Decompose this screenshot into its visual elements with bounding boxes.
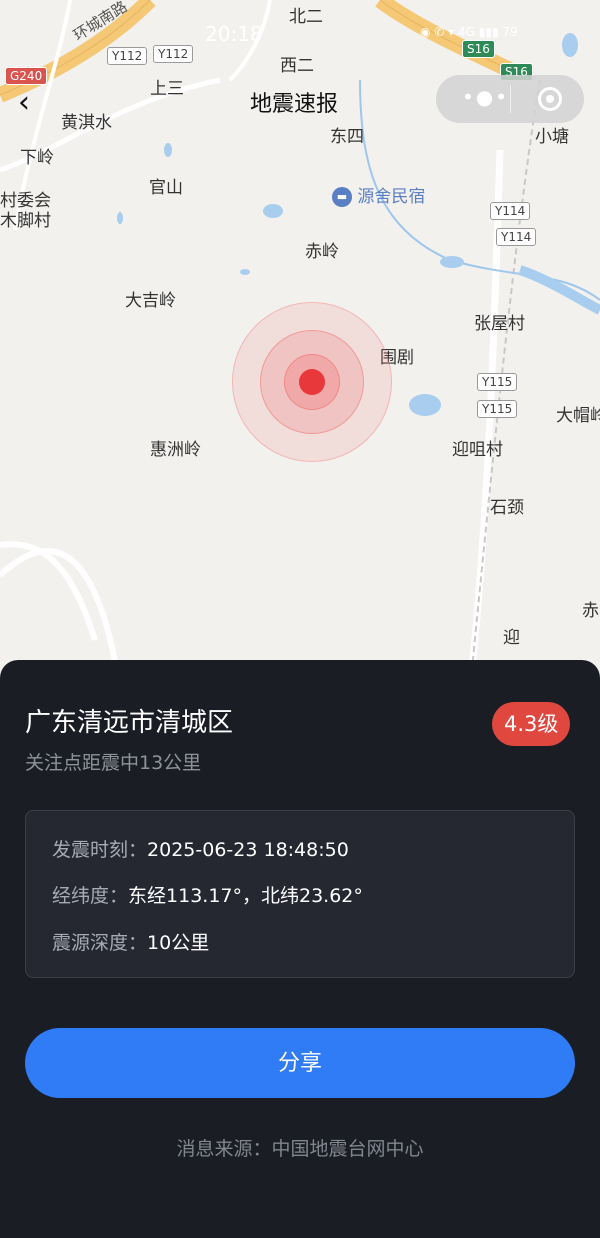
mini-program-capsule: •●•: [436, 75, 584, 123]
road-shield: Y115: [477, 373, 518, 391]
capsule-divider: [510, 85, 511, 113]
epicenter-dot: [299, 369, 325, 395]
place-label: 下岭: [20, 148, 54, 168]
status-icons: ◉ ✆ ▾ 4G ▮▮▮ 79: [420, 25, 518, 39]
info-row-depth: 震源深度：10公里: [52, 928, 209, 955]
poi-label: 源舍民宿: [357, 187, 426, 207]
place-label: 上三: [150, 79, 184, 99]
road-shield: Y114: [490, 202, 531, 220]
quake-info-card: 发震时刻：2025-06-23 18:48:50 经纬度：东经113.17°，北…: [25, 810, 575, 978]
info-row-coordinates: 经纬度：东经113.17°，北纬23.62°: [52, 881, 363, 908]
place-label: 石颈: [490, 498, 524, 518]
info-row-time: 发震时刻：2025-06-23 18:48:50: [52, 835, 349, 862]
share-button[interactable]: 分享: [25, 1028, 575, 1098]
target-icon[interactable]: [538, 87, 562, 111]
place-label: 黄淇水: [61, 113, 112, 133]
place-label: 惠洲岭: [150, 440, 201, 460]
info-value: 东经113.17°，北纬23.62°: [128, 885, 363, 907]
place-label: 赤岭: [305, 242, 339, 262]
info-label: 震源深度：: [52, 932, 148, 954]
info-label: 经纬度：: [52, 885, 129, 907]
place-label: 小塘: [535, 127, 569, 147]
quake-location: 广东清远市清城区: [25, 708, 234, 738]
info-label: 发震时刻：: [52, 839, 148, 861]
chevron-left-icon[interactable]: ‹: [18, 85, 30, 120]
epicenter-marker[interactable]: [232, 302, 392, 462]
place-label: 迎咀村: [452, 440, 503, 460]
road-shield: Y115: [477, 400, 518, 418]
quake-distance: 关注点距震中13公里: [25, 752, 202, 774]
info-value: 2025-06-23 18:48:50: [147, 839, 349, 861]
place-label: 大帽岭: [556, 406, 600, 426]
road-shield: Y114: [496, 228, 537, 246]
magnitude-badge: 4.3级: [492, 702, 571, 746]
hotel-icon: ▬: [332, 187, 352, 207]
place-label: 迎: [503, 628, 520, 648]
place-label: 张屋村: [474, 314, 525, 334]
poi-hotel[interactable]: ▬ 源舍民宿: [332, 182, 425, 207]
page-title: 地震速报: [250, 92, 339, 117]
info-value: 10公里: [147, 932, 210, 954]
quake-detail-panel: 广东清远市清城区 关注点距震中13公里 4.3级 发震时刻：2025-06-23…: [0, 660, 600, 1238]
status-time: 20:18: [205, 22, 263, 46]
place-label: 官山: [149, 178, 183, 198]
more-dots-icon[interactable]: •●•: [462, 85, 509, 109]
place-label: 赤: [582, 601, 599, 621]
status-bar: 20:18 ◉ ✆ ▾ 4G ▮▮▮ 79: [0, 0, 600, 70]
place-label: 大吉岭: [125, 291, 176, 311]
data-source: 消息来源：中国地震台网中心: [176, 1138, 424, 1160]
place-label: 木脚村: [0, 211, 51, 231]
place-label: 东四: [330, 127, 364, 147]
